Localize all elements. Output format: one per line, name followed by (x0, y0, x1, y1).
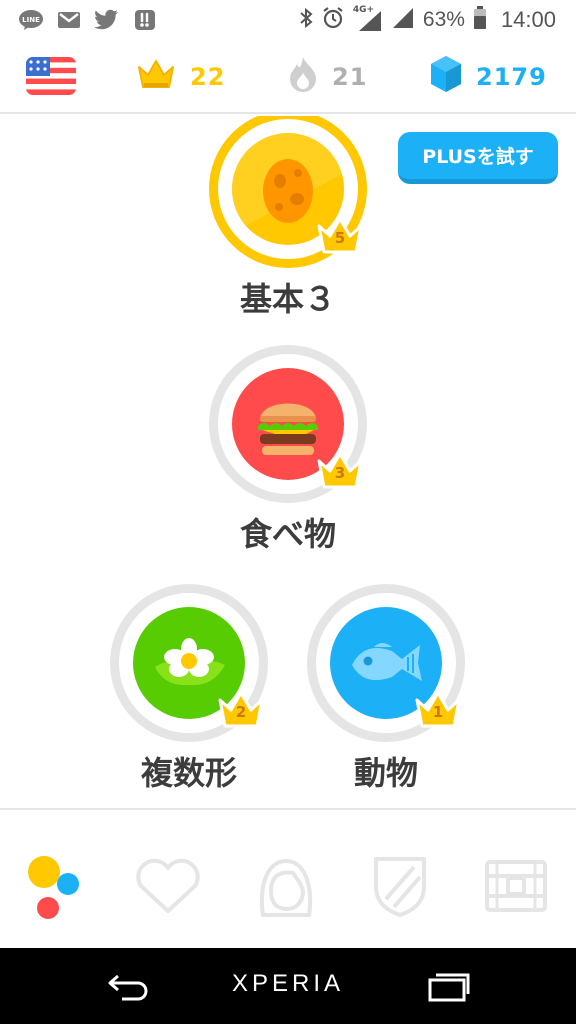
us-flag-icon[interactable] (26, 57, 76, 95)
try-plus-button[interactable]: PLUSを試す (398, 132, 558, 184)
streak-counter[interactable]: 21 (288, 55, 368, 99)
gmail-icon (56, 9, 82, 31)
crown-level-badge: 2 (216, 688, 266, 730)
app-notification-icon (132, 9, 158, 31)
top-stats-bar: 22 21 2179 (0, 40, 576, 114)
signal-icon (391, 6, 415, 34)
svg-text:LINE: LINE (22, 16, 40, 24)
flame-icon (288, 55, 318, 99)
back-arrow-icon (108, 974, 148, 1001)
tab-leaderboards[interactable] (360, 850, 440, 922)
back-button[interactable] (104, 970, 154, 1002)
system-nav-bar: XPERIA (0, 948, 576, 1024)
tab-shop[interactable] (476, 850, 556, 922)
heart-icon (136, 858, 200, 913)
crown-level: 1 (432, 703, 444, 721)
signal-icon: 4G+ (353, 5, 383, 33)
alarm-icon (321, 6, 345, 34)
recent-apps-icon (428, 973, 470, 1002)
skill-basics-3[interactable]: 5 基本３ (209, 116, 367, 320)
gems-counter[interactable]: 2179 (430, 55, 547, 99)
learn-dots-icon (28, 856, 79, 919)
tab-stories[interactable] (128, 850, 208, 922)
tab-learn[interactable] (14, 850, 94, 922)
tab-profile[interactable] (246, 850, 326, 922)
skill-label: 食べ物 (239, 515, 336, 553)
notification-icons: LINE (18, 6, 158, 34)
skill-label: 動物 (353, 754, 418, 792)
gem-icon (430, 55, 462, 99)
skill-label: 基本３ (239, 280, 336, 318)
crown-level-badge: 3 (315, 449, 365, 491)
status-bar: LINE 4G+ 63% 14:00 (0, 0, 576, 40)
gems-count: 2179 (476, 63, 547, 91)
battery-percent: 63% (422, 8, 465, 31)
crowns-counter[interactable]: 22 (136, 58, 225, 96)
crown-level: 5 (334, 229, 346, 247)
bluetooth-icon (299, 7, 313, 33)
crown-level-badge: 1 (413, 688, 463, 730)
skill-food[interactable]: 3 食べ物 (209, 345, 367, 555)
recent-apps-button[interactable] (426, 972, 470, 1002)
clock: 14:00 (500, 7, 556, 32)
streak-count: 21 (332, 63, 368, 91)
crown-level: 2 (235, 703, 247, 721)
shield-icon (374, 857, 426, 917)
crowns-count: 22 (190, 63, 226, 91)
device-brand: XPERIA (231, 970, 345, 997)
twitter-icon (94, 9, 120, 31)
crown-level-badge: 5 (315, 214, 365, 256)
skill-animals[interactable]: 1 動物 (307, 584, 465, 794)
crown-level: 3 (334, 464, 346, 482)
crown-icon (136, 57, 176, 97)
treasure-chest-icon (485, 860, 547, 912)
line-icon: LINE (18, 9, 44, 31)
system-status-icons: 4G+ 63% 14:00 (299, 4, 556, 36)
profile-avatar-icon (259, 859, 313, 917)
skill-plurals[interactable]: 2 複数形 (110, 584, 268, 794)
skill-tree: PLUSを試す 5 基本３ 3 食べ物 2 複数形 1 動物 (0, 116, 576, 808)
battery-icon (473, 6, 487, 34)
bottom-tab-bar (0, 808, 576, 948)
